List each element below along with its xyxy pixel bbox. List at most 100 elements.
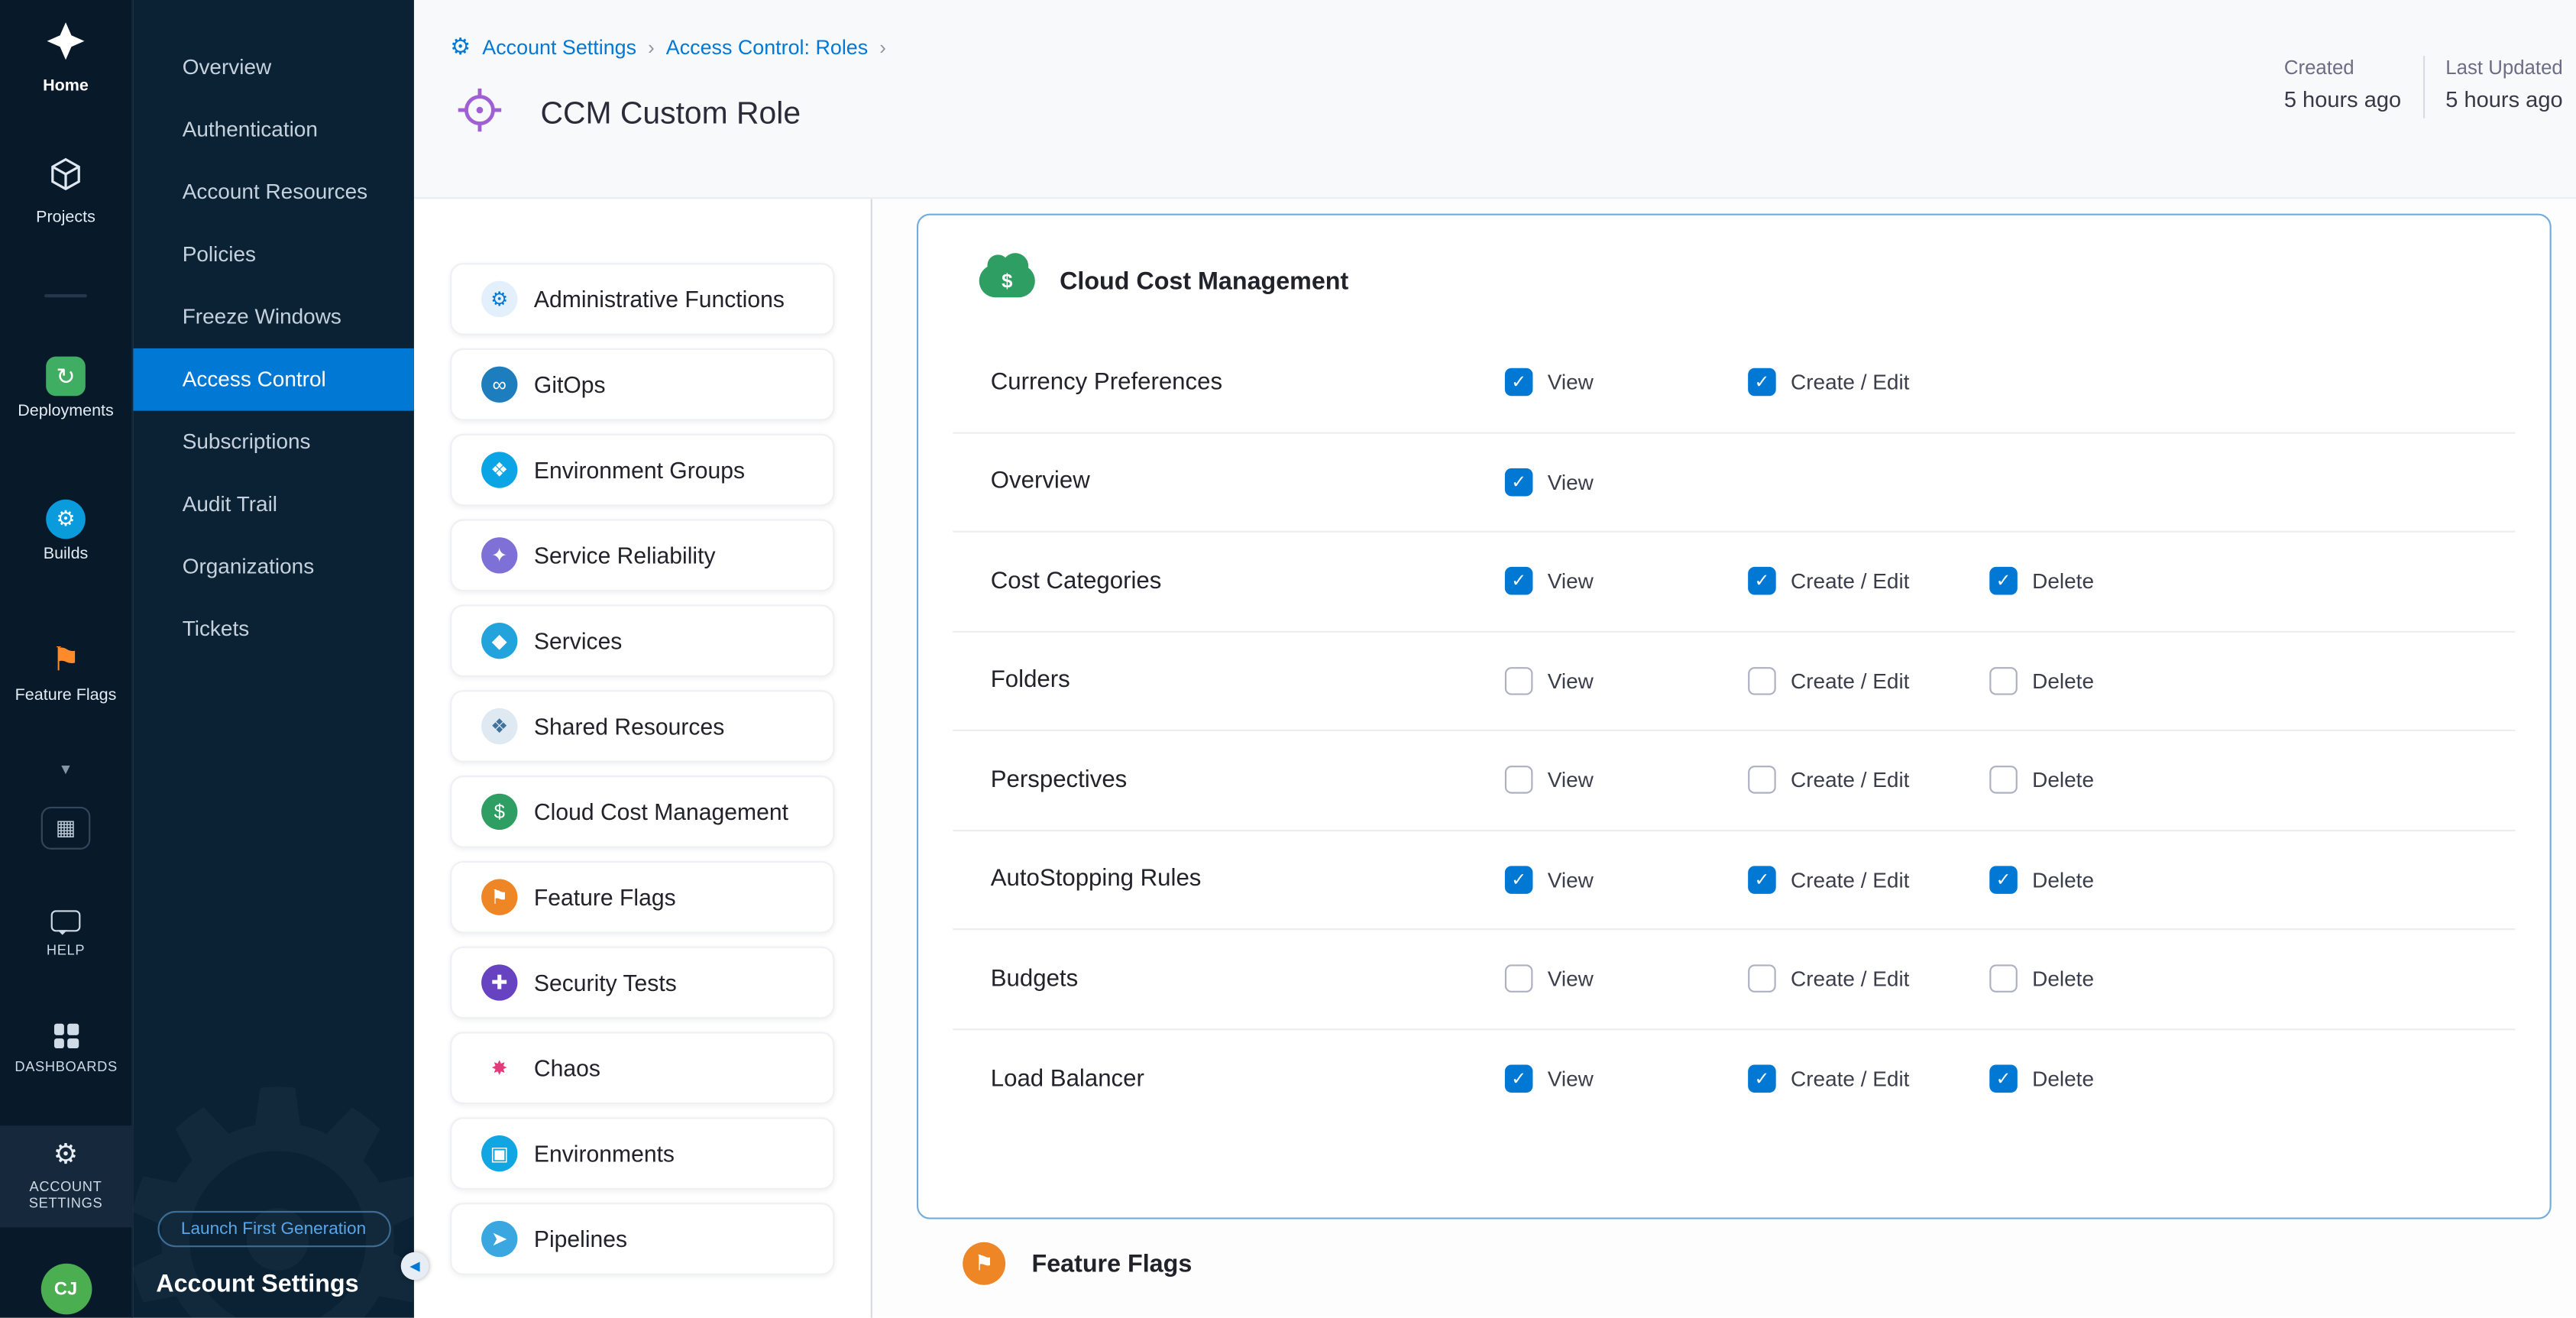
nav-account-settings[interactable]: ⚙ ACCOUNT SETTINGS <box>0 1125 132 1228</box>
sidebar-item-subscriptions[interactable]: Subscriptions <box>133 411 414 474</box>
checkbox-delete-autostopping-rules[interactable]: ✓ <box>1989 866 2018 894</box>
last-updated-value: 5 hours ago <box>2445 87 2563 112</box>
sidebar-item-authentication[interactable]: Authentication <box>133 99 414 161</box>
module-item-administrative-functions[interactable]: ⚙Administrative Functions <box>450 263 834 335</box>
checkbox-delete-perspectives[interactable] <box>1989 766 2018 795</box>
permission-cell: View <box>1505 667 1748 695</box>
page-title: CCM Custom Role <box>541 96 801 132</box>
chaos-icon: ✸ <box>481 1050 517 1086</box>
permission-cell: Create / Edit <box>1748 667 1989 695</box>
ccm-section-header: $ Cloud Cost Management <box>918 215 2549 334</box>
sidebar-item-freeze-windows[interactable]: Freeze Windows <box>133 286 414 348</box>
module-item-environment-groups[interactable]: ❖Environment Groups <box>450 434 834 507</box>
permission-row-cost-categories: Cost Categories✓View✓Create / Edit✓Delet… <box>953 533 2515 632</box>
sidebar-item-account-resources[interactable]: Account Resources <box>133 161 414 224</box>
nav-deployments[interactable]: ↻ Deployments <box>18 357 114 423</box>
permission-label: Perspectives <box>991 767 1505 793</box>
permission-cell: ✓Delete <box>1989 866 2515 894</box>
nav-feature-flags[interactable]: ⚑ Feature Flags <box>15 641 117 708</box>
app: Home Projects ↻ Deployments ⚙ Builds ⚑ F… <box>0 0 2576 1318</box>
module-panel: ⚙Administrative Functions ∞ GitOps ❖Environ… <box>414 199 872 1317</box>
module-item-pipelines[interactable]: ➤Pipelines <box>450 1203 834 1275</box>
permission-cell: View <box>1505 766 1748 795</box>
checkbox-view-currency-preferences[interactable]: ✓ <box>1505 368 1533 397</box>
module-item-cloud-cost-management[interactable]: $Cloud Cost Management <box>450 776 834 848</box>
sidebar-item-organizations[interactable]: Organizations <box>133 536 414 598</box>
services-icon: ◆ <box>481 623 517 659</box>
user-avatar[interactable]: CJ <box>40 1264 92 1315</box>
permission-column-label: View <box>1548 967 1594 991</box>
nav-help[interactable]: HELP <box>15 909 116 958</box>
sidebar-item-tickets[interactable]: Tickets <box>133 598 414 661</box>
module-item-shared-resources[interactable]: ❖Shared Resources <box>450 690 834 763</box>
checkbox-view-budgets[interactable] <box>1505 965 1533 993</box>
permission-cell: ✓View <box>1505 866 1748 894</box>
module-item-feature-flags[interactable]: ⚑Feature Flags <box>450 861 834 934</box>
checkbox-view-overview[interactable]: ✓ <box>1505 468 1533 496</box>
sidebar-item-audit-trail[interactable]: Audit Trail <box>133 473 414 536</box>
chevron-down-icon[interactable]: ▼ <box>58 760 73 777</box>
page-header: ⚙ Account Settings › Access Control: Rol… <box>414 0 2576 199</box>
permission-cell: View <box>1505 965 1748 993</box>
sidebar-item-access-control[interactable]: Access Control <box>133 348 414 411</box>
checkbox-create-edit-currency-preferences[interactable]: ✓ <box>1748 368 1776 397</box>
permission-column-label: Create / Edit <box>1791 1067 1909 1091</box>
nav-home[interactable]: Home <box>43 20 89 98</box>
module-label: Shared Resources <box>534 713 724 739</box>
checkbox-view-cost-categories[interactable]: ✓ <box>1505 567 1533 595</box>
breadcrumb-access-control-roles[interactable]: Access Control: Roles <box>666 35 868 58</box>
module-selector-button[interactable]: ▦ <box>41 806 91 849</box>
permission-cell: Create / Edit <box>1748 965 1989 993</box>
checkbox-view-folders[interactable] <box>1505 667 1533 695</box>
checkbox-create-edit-budgets[interactable] <box>1748 965 1776 993</box>
checkbox-create-edit-autostopping-rules[interactable]: ✓ <box>1748 866 1776 894</box>
checkbox-view-autostopping-rules[interactable]: ✓ <box>1505 866 1533 894</box>
module-item-gitops[interactable]: ∞ GitOps <box>450 348 834 421</box>
nav-builds-label: Builds <box>44 545 89 565</box>
checkbox-create-edit-perspectives[interactable] <box>1748 766 1776 795</box>
sidebar-item-overview[interactable]: Overview <box>133 36 414 99</box>
permission-row-overview: Overview✓View <box>953 433 2515 533</box>
module-item-security-tests[interactable]: ✚Security Tests <box>450 947 834 1019</box>
checkbox-delete-load-balancer[interactable]: ✓ <box>1989 1065 2018 1093</box>
chat-bubble-icon <box>51 909 81 931</box>
breadcrumb-account-settings[interactable]: Account Settings <box>482 35 636 58</box>
module-item-service-reliability[interactable]: ✦Service Reliability <box>450 520 834 592</box>
nav-account-settings-label: ACCOUNT SETTINGS <box>15 1177 116 1213</box>
nav-dashboards-label: DASHBOARDS <box>15 1058 116 1076</box>
permission-cell: ✓Create / Edit <box>1748 866 1989 894</box>
feature-flags-icon: ⚑ <box>481 879 517 915</box>
gitops-icon: ∞ <box>481 367 517 403</box>
module-label: GitOps <box>534 371 606 397</box>
checkbox-delete-cost-categories[interactable]: ✓ <box>1989 567 2018 595</box>
permission-cell: ✓View <box>1505 1065 1748 1093</box>
checkbox-view-perspectives[interactable] <box>1505 766 1533 795</box>
service-reliability-icon: ✦ <box>481 537 517 573</box>
nav-projects[interactable]: Projects <box>36 154 95 228</box>
cloud-cost-management-icon: $ <box>979 264 1035 297</box>
checkbox-create-edit-load-balancer[interactable]: ✓ <box>1748 1065 1776 1093</box>
permission-cell: ✓Create / Edit <box>1748 567 1989 595</box>
checkbox-view-load-balancer[interactable]: ✓ <box>1505 1065 1533 1093</box>
launch-first-generation-button[interactable]: Launch First Generation <box>157 1211 390 1247</box>
module-item-chaos[interactable]: ✸Chaos <box>450 1032 834 1105</box>
permission-column-label: View <box>1548 370 1594 394</box>
builds-icon: ⚙ <box>46 499 86 539</box>
checkbox-create-edit-cost-categories[interactable]: ✓ <box>1748 567 1776 595</box>
permission-column-label: Delete <box>2032 669 2094 693</box>
permission-column-label: View <box>1548 669 1594 693</box>
checkbox-create-edit-folders[interactable] <box>1748 667 1776 695</box>
module-list: ⚙Administrative Functions ∞ GitOps ❖Environ… <box>414 199 871 1275</box>
module-item-services[interactable]: ◆Services <box>450 604 834 677</box>
nav-builds[interactable]: ⚙ Builds <box>44 499 89 565</box>
permission-cell: ✓Delete <box>1989 1065 2515 1093</box>
checkbox-delete-budgets[interactable] <box>1989 965 2018 993</box>
permission-cell: ✓ Create / Edit <box>1748 1065 1989 1093</box>
sidebar-collapse-button[interactable]: ◀ <box>401 1252 429 1281</box>
sidebar-item-policies[interactable]: Policies <box>133 223 414 286</box>
nav-home-label: Home <box>43 77 89 98</box>
module-item-environments[interactable]: ▣Environments <box>450 1117 834 1190</box>
nav-dashboards[interactable]: DASHBOARDS <box>15 1024 116 1076</box>
checkbox-delete-folders[interactable] <box>1989 667 2018 695</box>
permission-cell: ✓Create / Edit <box>1748 368 1989 397</box>
